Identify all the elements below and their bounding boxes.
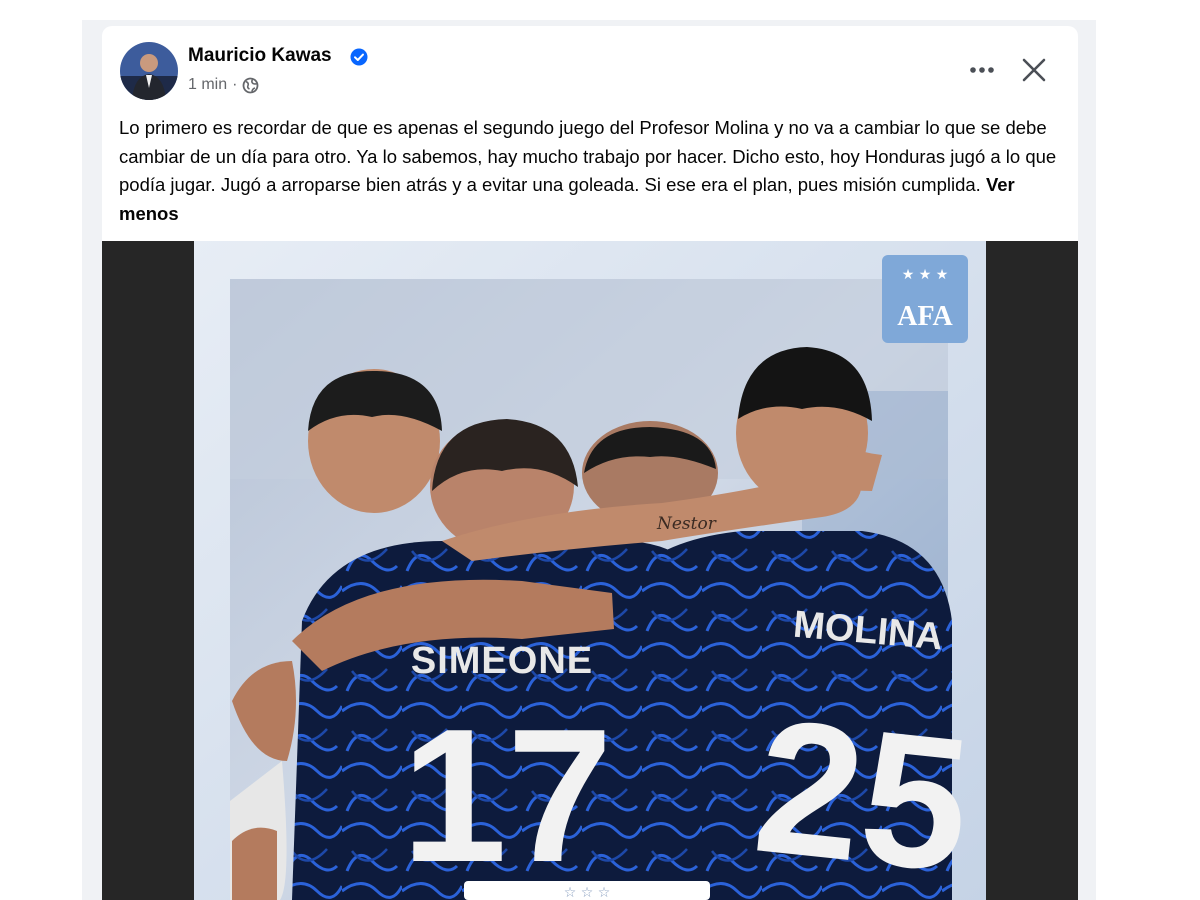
more-options-icon <box>970 67 994 73</box>
meta-separator: · <box>232 76 238 93</box>
globe-icon[interactable] <box>242 77 259 94</box>
arm-tattoo: Nestor <box>656 514 717 534</box>
post-timestamp[interactable]: 1 min <box>188 76 227 94</box>
jersey-number-17: 17 <box>401 690 612 900</box>
verified-badge-icon <box>350 48 368 66</box>
afa-badge: ★ ★ ★ AFA <box>882 255 968 343</box>
close-icon <box>1022 58 1046 82</box>
post-body: Lo primero es recordar de que es apenas … <box>119 117 1057 195</box>
post-image[interactable]: ★ ★ ★ AFA Nestor SIMEONE 17 MOLINA 25 ☆ … <box>102 241 1078 900</box>
author-name[interactable]: Mauricio Kawas <box>188 45 332 67</box>
jersey-name-simeone: SIMEONE <box>411 640 593 682</box>
jersey-number-25: 25 <box>746 680 978 900</box>
author-avatar[interactable] <box>120 42 178 100</box>
more-options-button[interactable] <box>960 50 1004 90</box>
footer-stars: ☆ ☆ ☆ <box>564 885 611 900</box>
close-button[interactable] <box>1012 50 1056 90</box>
post-card: Mauricio Kawas 1 min · Lo primero es rec… <box>102 26 1078 900</box>
afa-badge-text: AFA <box>897 301 953 332</box>
svg-text:★ ★ ★: ★ ★ ★ <box>902 267 949 283</box>
post-meta: 1 min · <box>188 76 259 94</box>
post-text: Lo primero es recordar de que es apenas … <box>119 114 1069 228</box>
